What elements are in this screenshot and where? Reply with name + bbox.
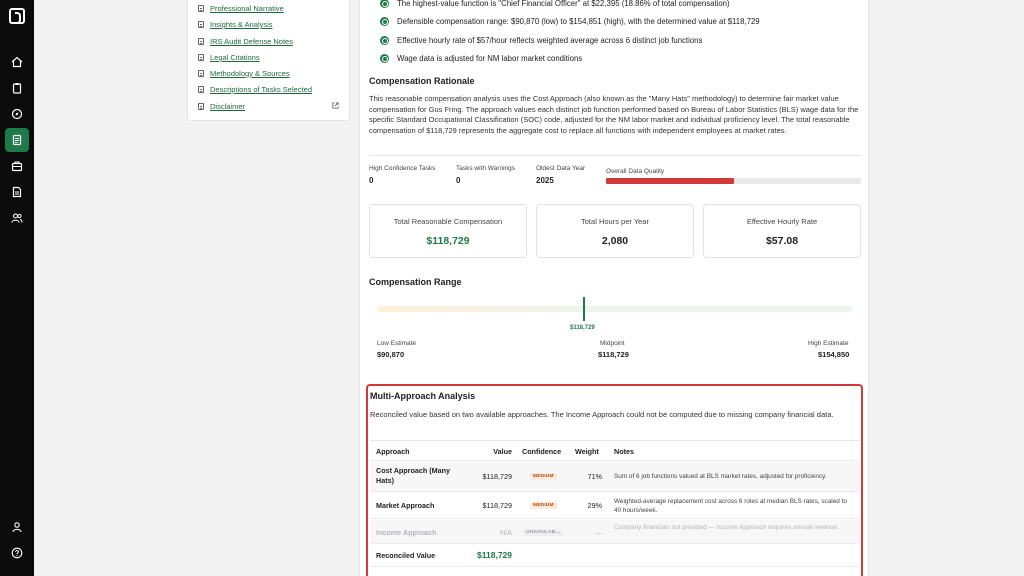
check-circle-icon — [380, 36, 389, 45]
rationale-text: This reasonable compensation analysis us… — [369, 94, 859, 135]
nav-link-irs-audit[interactable]: IRS Audit Defense Notes — [198, 37, 293, 46]
high-confidence-label: High Confidence Tasks — [369, 165, 436, 172]
hourly-rate-card: Effective Hourly Rate $57.08 — [703, 204, 861, 258]
briefcase-icon[interactable] — [5, 154, 29, 178]
table-row: Income Approach N/A UNAVAILAB... — Compa… — [370, 520, 860, 544]
users-icon[interactable] — [5, 206, 29, 230]
divider — [369, 155, 861, 156]
approach-table: Approach Value Confidence Weight Notes C… — [370, 440, 860, 567]
check-circle-icon — [380, 54, 389, 63]
icon-rail — [0, 0, 34, 576]
multi-approach-title: Multi-Approach Analysis — [370, 391, 476, 401]
insight-bullet: Defensible compensation range: $90,870 (… — [380, 17, 760, 26]
table-row: Market Approach $118,729 MEDIUM 29% Weig… — [370, 493, 860, 519]
insight-bullet: Wage data is adjusted for NM labor marke… — [380, 54, 582, 63]
help-icon[interactable] — [5, 541, 29, 565]
nav-link-professional-narrative[interactable]: Professional Narrative — [198, 4, 284, 13]
document-icon[interactable] — [5, 180, 29, 204]
compass-icon[interactable] — [5, 102, 29, 126]
high-estimate-label: High Estimate — [808, 340, 849, 347]
nav-link-insights[interactable]: Insights & Analysis — [198, 20, 273, 29]
high-estimate-value: $154,850 — [818, 350, 850, 359]
nav-link-disclaimer[interactable]: Disclaimer — [198, 102, 245, 111]
range-track — [377, 306, 853, 312]
report-panel: The highest-value function is "Chief Fin… — [359, 0, 869, 576]
multi-approach-desc: Reconciled value based on two available … — [370, 410, 834, 419]
nav-link-legal-citations[interactable]: Legal Citations — [198, 53, 260, 62]
document-icon — [198, 86, 204, 93]
confidence-badge: MEDIUM — [530, 473, 557, 480]
rationale-title: Compensation Rationale — [369, 76, 475, 86]
midpoint-label: Midpoint — [600, 340, 625, 347]
low-estimate-label: Low Estimate — [377, 340, 417, 347]
profile-icon[interactable] — [5, 515, 29, 539]
data-quality-label: Overall Data Quality — [606, 168, 665, 175]
reconciled-row: Reconciled Value $118,729 — [370, 545, 860, 567]
multi-approach-panel: Multi-Approach Analysis Reconciled value… — [366, 384, 863, 576]
nav-link-task-descriptions[interactable]: Descriptions of Tasks Selected — [198, 85, 312, 94]
document-icon — [198, 5, 204, 12]
insight-bullet: The highest-value function is "Chief Fin… — [380, 0, 730, 8]
check-circle-icon — [380, 17, 389, 26]
check-circle-icon — [380, 0, 389, 8]
total-hours-card: Total Hours per Year 2,080 — [536, 204, 694, 258]
low-estimate-value: $90,870 — [377, 350, 405, 359]
high-confidence-value: 0 — [369, 176, 374, 185]
home-icon[interactable] — [5, 50, 29, 74]
document-icon — [198, 54, 204, 61]
clipboard-icon[interactable] — [5, 76, 29, 100]
document-icon — [198, 70, 204, 77]
table-header: Approach Value Confidence Weight Notes — [370, 441, 860, 461]
document-icon — [198, 21, 204, 28]
confidence-badge: MEDIUM — [530, 502, 557, 509]
report-icon[interactable] — [5, 128, 29, 152]
oldest-data-value: 2025 — [536, 176, 554, 185]
document-icon — [198, 103, 204, 110]
warnings-label: Tasks with Warnings — [456, 165, 515, 172]
document-icon — [198, 38, 204, 45]
table-row: Cost Approach (Many Hats) $118,729 MEDIU… — [370, 462, 860, 492]
midpoint-value: $118,729 — [598, 350, 629, 359]
range-title: Compensation Range — [369, 277, 462, 287]
nav-link-methodology[interactable]: Methodology & Sources — [198, 69, 290, 78]
warnings-value: 0 — [456, 176, 461, 185]
app-logo-icon[interactable] — [9, 8, 25, 24]
total-compensation-card: Total Reasonable Compensation $118,729 — [369, 204, 527, 258]
confidence-badge: UNAVAILAB... — [523, 529, 563, 536]
data-quality-fill — [606, 178, 734, 184]
section-nav-card: Professional Narrative Insights & Analys… — [187, 0, 350, 121]
data-quality-bar — [606, 178, 861, 184]
range-marker-label: $118,729 — [570, 325, 595, 331]
insight-bullet: Effective hourly rate of $57/hour reflec… — [380, 36, 702, 45]
oldest-data-label: Oldest Data Year — [536, 165, 586, 172]
external-link-icon[interactable] — [332, 102, 339, 109]
range-marker — [583, 297, 585, 321]
